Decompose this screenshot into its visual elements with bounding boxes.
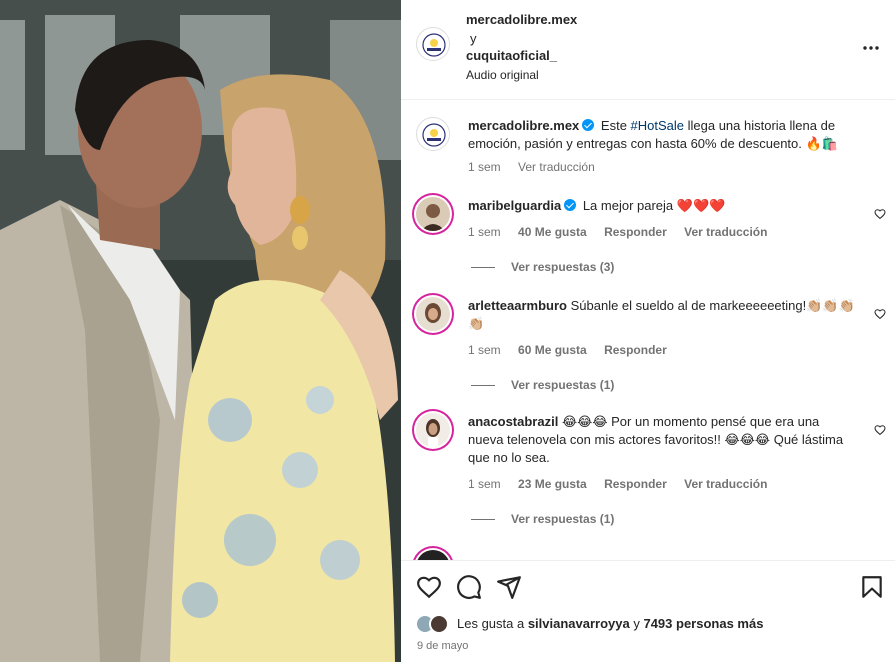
caption-username[interactable]: mercadolibre.mex xyxy=(468,118,579,133)
comment-like-icon[interactable] xyxy=(874,308,886,320)
comment-avatar[interactable] xyxy=(416,297,450,331)
replies-divider xyxy=(471,519,495,521)
comment-likes[interactable]: 23 Me gusta xyxy=(518,477,587,491)
comment-avatar[interactable] xyxy=(416,413,450,447)
reply-button[interactable]: Responder xyxy=(604,343,667,357)
comment-body: La mejor pareja ❤️❤️❤️ xyxy=(582,198,726,213)
reply-button[interactable]: Responder xyxy=(604,477,667,491)
post-media[interactable] xyxy=(0,0,401,662)
more-icon[interactable] xyxy=(861,38,881,58)
liker-username[interactable]: silvianavarroyya xyxy=(528,616,630,631)
liker-avatar[interactable] xyxy=(429,614,449,634)
caption-translate[interactable]: Ver traducción xyxy=(518,160,595,174)
verified-icon xyxy=(564,199,577,211)
view-replies-button[interactable]: Ver respuestas (1) xyxy=(471,512,614,526)
translate-button[interactable]: Ver traducción xyxy=(684,225,767,239)
comment-username[interactable]: maribelguardia xyxy=(468,198,561,213)
comment-like-icon[interactable] xyxy=(874,208,886,220)
view-replies-label: Ver respuestas (1) xyxy=(511,378,615,392)
post-header: mercadolibre.mex y cuquitaoficial_ Audio… xyxy=(401,0,895,100)
post-date[interactable]: 9 de mayo xyxy=(417,640,468,652)
comment-time: 1 sem xyxy=(468,477,501,491)
comment-username[interactable]: arletteaarmburo xyxy=(468,298,567,313)
comment-username[interactable]: anacostabrazil xyxy=(468,414,558,429)
comments-list[interactable]: mercadolibre.mex Este #HotSale llega una… xyxy=(401,100,895,560)
caption-meta: 1 sem Ver traducción xyxy=(468,160,609,174)
likes-mid: y xyxy=(629,616,644,631)
likes-prefix: Les gusta a xyxy=(457,616,528,631)
verified-icon xyxy=(582,119,595,131)
header-account-1[interactable]: mercadolibre.mex xyxy=(466,12,577,27)
post-panel: mercadolibre.mex y cuquitaoficial_ Audio… xyxy=(401,0,895,662)
caption-text-pre: Este xyxy=(600,118,631,133)
audio-label[interactable]: Audio original xyxy=(466,68,539,82)
hashtag-link[interactable]: #HotSale xyxy=(631,118,684,133)
post-actions: Les gusta a silvianavarroyya y 7493 pers… xyxy=(401,560,895,662)
account-avatar[interactable] xyxy=(416,27,450,61)
header-connector: y xyxy=(470,31,477,46)
bookmark-icon[interactable] xyxy=(859,574,885,600)
likes-others[interactable]: 7493 personas más xyxy=(643,616,763,631)
comment-meta: 1 sem 23 Me gusta Responder Ver traducci… xyxy=(468,477,781,491)
comment-text: anacostabrazil 😂😂😂 Por un momento pensé … xyxy=(468,413,855,467)
comment-text: arletteaarmburo Súbanle el sueldo al de … xyxy=(468,297,855,333)
reply-button[interactable]: Responder xyxy=(604,225,667,239)
video-frame xyxy=(0,0,401,662)
view-replies-label: Ver respuestas (1) xyxy=(511,512,615,526)
view-replies-button[interactable]: Ver respuestas (1) xyxy=(471,378,614,392)
comment-like-icon[interactable] xyxy=(874,424,886,436)
comment-meta: 1 sem 40 Me gusta Responder Ver traducci… xyxy=(468,225,781,239)
replies-divider xyxy=(471,267,495,269)
comment-time: 1 sem xyxy=(468,225,501,239)
comment-meta: 1 sem 60 Me gusta Responder xyxy=(468,343,681,357)
view-replies-button[interactable]: Ver respuestas (3) xyxy=(471,260,614,274)
comment-likes[interactable]: 40 Me gusta xyxy=(518,225,587,239)
comment-likes[interactable]: 60 Me gusta xyxy=(518,343,587,357)
header-account-2[interactable]: cuquitaoficial_ xyxy=(466,48,557,63)
comment-icon[interactable] xyxy=(456,574,482,600)
comment-avatar[interactable] xyxy=(416,197,450,231)
view-replies-label: Ver respuestas (3) xyxy=(511,260,615,274)
caption-time: 1 sem xyxy=(468,160,501,174)
heart-icon[interactable] xyxy=(416,574,442,600)
translate-button[interactable]: Ver traducción xyxy=(684,477,767,491)
caption-text: mercadolibre.mex Este #HotSale llega una… xyxy=(468,117,855,153)
comment-time: 1 sem xyxy=(468,343,501,357)
replies-divider xyxy=(471,385,495,387)
comment-avatar-partial[interactable] xyxy=(416,550,450,560)
comment-text: maribelguardia La mejor pareja ❤️❤️❤️ xyxy=(468,197,855,215)
send-icon[interactable] xyxy=(496,574,522,600)
caption-avatar[interactable] xyxy=(416,117,450,151)
likes-summary[interactable]: Les gusta a silvianavarroyya y 7493 pers… xyxy=(457,616,763,631)
